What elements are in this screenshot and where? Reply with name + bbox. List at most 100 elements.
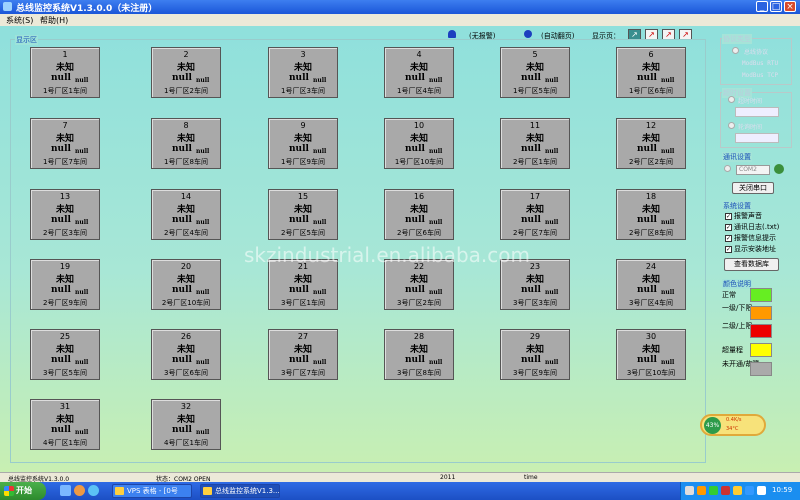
volume-icon[interactable]	[757, 486, 766, 495]
protocol-radio-bus[interactable]	[732, 47, 739, 54]
checkbox-icon[interactable]: ✓	[725, 212, 732, 220]
task-monitor[interactable]: 总线监控系统V1.3...	[200, 484, 280, 498]
alarm-bell-icon[interactable]	[448, 30, 456, 38]
timeout-input-1[interactable]	[735, 107, 779, 117]
monitor-tile[interactable]: 6 未知 null null 1号厂区6车间	[616, 47, 686, 98]
tile-state: 未知	[525, 134, 544, 144]
browser-icon[interactable]	[74, 485, 85, 496]
legend-swatch	[750, 343, 772, 357]
tile-location: 4号厂区1车间	[43, 439, 87, 447]
monitor-tile[interactable]: 2 未知 null null 1号厂区2车间	[151, 47, 221, 98]
monitor-tile[interactable]: 12 未知 null null 2号厂区2车间	[616, 118, 686, 169]
monitor-tile[interactable]: 19 未知 null null 2号厂区9车间	[30, 259, 100, 310]
tile-sub-value: null	[545, 77, 559, 84]
monitor-tile[interactable]: 26 未知 null null 3号厂区6车间	[151, 329, 221, 380]
checkbox-show-address[interactable]: ✓ 显示安装地址	[725, 244, 776, 254]
tile-value: null	[172, 73, 192, 83]
tile-number: 2	[183, 50, 189, 59]
com-port-select[interactable]: COM2	[736, 165, 770, 175]
tray-icon-2[interactable]	[697, 486, 706, 495]
monitor-tile[interactable]: 20 未知 null null 2号厂区10车间	[151, 259, 221, 310]
watermark-text: skzindustrial.en.alibaba.com	[244, 243, 530, 267]
tile-state: 未知	[293, 134, 312, 144]
monitor-tile[interactable]: 24 未知 null null 3号厂区4车间	[616, 259, 686, 310]
auto-page-icon[interactable]	[524, 30, 532, 38]
monitor-tile[interactable]: 9 未知 null null 1号厂区9车间	[268, 118, 338, 169]
start-button[interactable]: 开始	[0, 482, 46, 500]
tile-value: null	[289, 73, 309, 83]
monitor-tile[interactable]: 1 未知 null null 1号厂区1车间	[30, 47, 100, 98]
monitor-tile[interactable]: 10 未知 null null 1号厂区10车间	[384, 118, 454, 169]
protocol-option-bus[interactable]: 总线协议	[744, 47, 768, 56]
tile-state: 未知	[293, 275, 312, 285]
task-vps[interactable]: VPS 表格 - [0号	[112, 484, 192, 498]
timeout-radio-2[interactable]	[728, 122, 735, 129]
monitor-tile[interactable]: 18 未知 null null 2号厂区8车间	[616, 189, 686, 240]
monitor-tile[interactable]: 14 未知 null null 2号厂区4车间	[151, 189, 221, 240]
tray-icon-5[interactable]	[733, 486, 742, 495]
checkbox-icon[interactable]: ✓	[725, 234, 732, 242]
tile-number: 1	[62, 50, 68, 59]
minimize-icon[interactable]: _	[756, 1, 768, 12]
tile-sub-value: null	[661, 219, 675, 226]
maximize-icon[interactable]: □	[770, 1, 782, 12]
protocol-option-tcp[interactable]: ModBus TCP	[742, 72, 778, 79]
ie-icon[interactable]	[88, 485, 99, 496]
tile-value: null	[521, 144, 541, 154]
protocol-option-rtu[interactable]: ModBus RTU	[742, 60, 778, 67]
monitor-tile[interactable]: 29 未知 null null 3号厂区9车间	[500, 329, 570, 380]
menu-help[interactable]: 帮助(H)	[40, 15, 68, 26]
timeout-radio-1[interactable]	[728, 96, 735, 103]
monitor-tile[interactable]: 28 未知 null null 3号厂区8车间	[384, 329, 454, 380]
checkbox-alarm-tip[interactable]: ✓ 报警信息提示	[725, 233, 776, 243]
tile-location: 1号厂区1车间	[43, 87, 87, 95]
tile-state: 未知	[293, 345, 312, 355]
tile-sub-value: null	[429, 219, 443, 226]
tile-sub-value: null	[313, 219, 327, 226]
monitor-tile[interactable]: 30 未知 null null 3号厂区10车间	[616, 329, 686, 380]
tray-icon-4[interactable]	[721, 486, 730, 495]
comm-radio[interactable]	[724, 165, 731, 172]
tile-location: 3号厂区8车间	[397, 369, 441, 377]
menu-system[interactable]: 系统(S)	[6, 15, 33, 26]
monitor-tile[interactable]: 4 未知 null null 1号厂区4车间	[384, 47, 454, 98]
tile-number: 24	[645, 262, 657, 271]
monitor-tile[interactable]: 25 未知 null null 3号厂区5车间	[30, 329, 100, 380]
monitor-tile[interactable]: 15 未知 null null 2号厂区5车间	[268, 189, 338, 240]
close-port-button[interactable]: 关闭串口	[732, 182, 774, 194]
checkbox-comm-log[interactable]: ✓ 通讯日志(.txt)	[725, 222, 779, 232]
monitor-tile[interactable]: 31 未知 null null 4号厂区1车间	[30, 399, 100, 450]
monitor-tile[interactable]: 16 未知 null null 2号厂区6车间	[384, 189, 454, 240]
tile-number: 7	[62, 121, 68, 130]
checkbox-alarm-sound[interactable]: ✓ 报警声音	[725, 211, 762, 221]
timeout-input-2[interactable]	[735, 133, 779, 143]
tile-location: 2号厂区1车间	[513, 158, 557, 166]
monitor-tile[interactable]: 7 未知 null null 1号厂区7车间	[30, 118, 100, 169]
tray-icon-3[interactable]	[709, 486, 718, 495]
tile-state: 未知	[55, 63, 74, 73]
tray-icon-1[interactable]	[685, 486, 694, 495]
monitor-tile[interactable]: 32 未知 null null 4号厂区1车间	[151, 399, 221, 450]
tile-sub-value: null	[75, 359, 89, 366]
tile-state: 未知	[525, 63, 544, 73]
tile-location: 2号厂区3车间	[43, 229, 87, 237]
monitor-tile[interactable]: 8 未知 null null 1号厂区8车间	[151, 118, 221, 169]
view-database-button[interactable]: 查看数据库	[724, 258, 779, 271]
tile-value: null	[521, 355, 541, 365]
legend-swatch	[750, 306, 772, 320]
close-icon[interactable]: ×	[784, 1, 796, 12]
checkbox-icon[interactable]: ✓	[725, 223, 732, 231]
tile-value: null	[637, 144, 657, 154]
monitor-tile[interactable]: 5 未知 null null 1号厂区5车间	[500, 47, 570, 98]
tile-number: 27	[297, 332, 309, 341]
checkbox-icon[interactable]: ✓	[725, 245, 732, 253]
tile-sub-value: null	[661, 289, 675, 296]
desktop-icon[interactable]	[60, 485, 71, 496]
monitor-tile[interactable]: 11 未知 null null 2号厂区1车间	[500, 118, 570, 169]
monitor-tile[interactable]: 27 未知 null null 3号厂区7车间	[268, 329, 338, 380]
monitor-tile[interactable]: 13 未知 null null 2号厂区3车间	[30, 189, 100, 240]
monitor-tile[interactable]: 17 未知 null null 2号厂区7车间	[500, 189, 570, 240]
tray-icon-6[interactable]	[745, 486, 754, 495]
monitor-tile[interactable]: 3 未知 null null 1号厂区3车间	[268, 47, 338, 98]
legend-label: 一级/下限	[722, 304, 753, 312]
